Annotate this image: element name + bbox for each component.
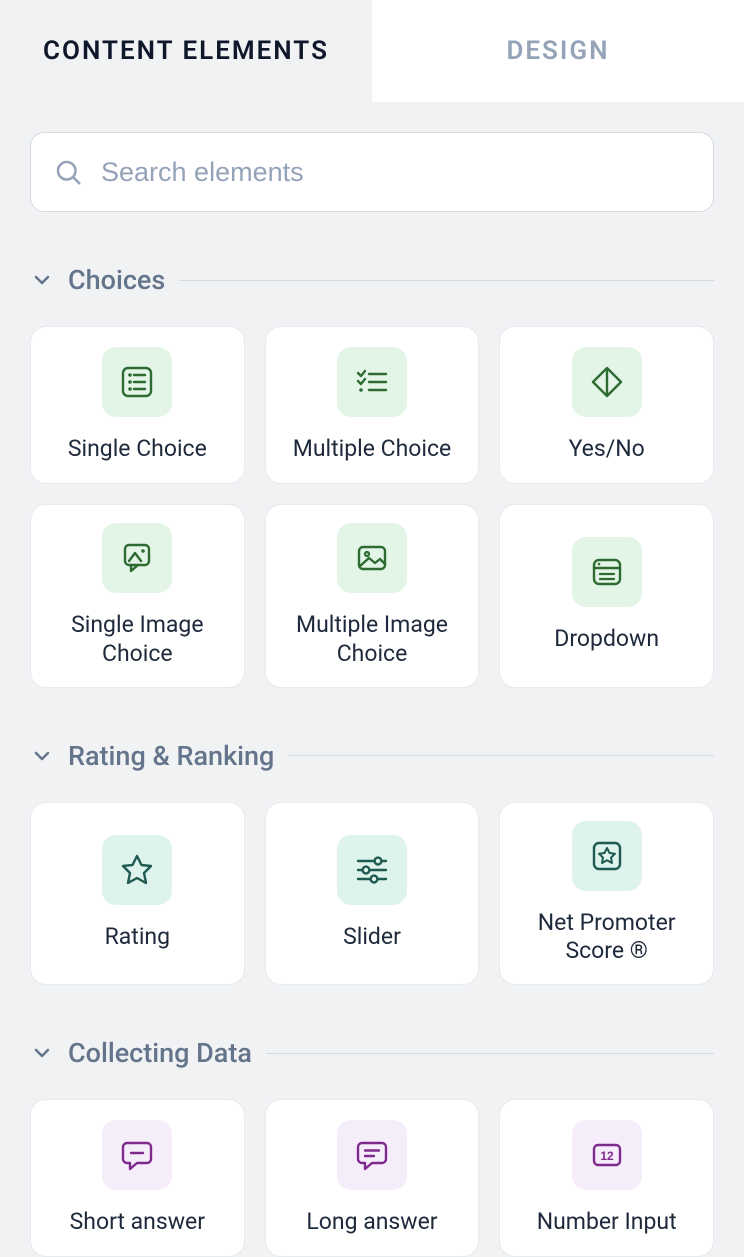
search-field[interactable] — [30, 132, 714, 212]
section-title: Rating & Ranking — [68, 740, 274, 772]
card-label: Multiple Choice — [293, 435, 451, 464]
search-icon — [53, 157, 83, 187]
element-card-long-answer[interactable]: Long answer — [265, 1099, 480, 1257]
element-card-slider[interactable]: Slider — [265, 802, 480, 986]
card-label: Net Promoter Score ® — [510, 909, 703, 967]
section-grid-rating-ranking: Rating Slider Net Promoter Score ® — [30, 802, 714, 986]
card-label: Single Image Choice — [41, 611, 234, 669]
sliders-icon — [337, 835, 407, 905]
section-grid-collecting-data: Short answer Long answer Number Input — [30, 1099, 714, 1257]
section-header-collecting-data[interactable]: Collecting Data — [30, 1037, 714, 1069]
list-check-icon — [337, 347, 407, 417]
tab-bar: Content Elements Design — [0, 0, 744, 102]
section-title: Choices — [68, 264, 165, 296]
card-label: Rating — [105, 923, 170, 952]
card-label: Yes/No — [569, 435, 645, 464]
star-boxed-icon — [572, 821, 642, 891]
card-label: Single Choice — [68, 435, 207, 464]
browser-lines-icon — [572, 537, 642, 607]
element-card-short-answer[interactable]: Short answer — [30, 1099, 245, 1257]
image-icon — [337, 523, 407, 593]
card-label: Dropdown — [554, 625, 659, 654]
element-card-number-input[interactable]: Number Input — [499, 1099, 714, 1257]
chevron-down-icon — [30, 1041, 54, 1065]
divider — [179, 280, 714, 281]
card-label: Long answer — [306, 1208, 437, 1237]
section-title: Collecting Data — [68, 1037, 252, 1069]
diamond-icon — [572, 347, 642, 417]
section-grid-choices: Single Choice Multiple Choice Yes/No Single… — [30, 326, 714, 688]
star-icon — [102, 835, 172, 905]
chevron-down-icon — [30, 268, 54, 292]
tab-design[interactable]: Design — [372, 0, 744, 102]
element-card-multiple-image-choice[interactable]: Multiple Image Choice — [265, 504, 480, 688]
section-header-choices[interactable]: Choices — [30, 264, 714, 296]
image-bubble-icon — [102, 523, 172, 593]
section-header-rating-ranking[interactable]: Rating & Ranking — [30, 740, 714, 772]
element-card-yes-no[interactable]: Yes/No — [499, 326, 714, 484]
card-label: Multiple Image Choice — [276, 611, 469, 669]
element-card-dropdown[interactable]: Dropdown — [499, 504, 714, 688]
number-box-icon — [572, 1120, 642, 1190]
content-area: Choices Single Choice Multiple Choice Yes/N… — [0, 102, 744, 1257]
divider — [288, 755, 714, 756]
element-card-rating[interactable]: Rating — [30, 802, 245, 986]
element-card-net-promoter-score[interactable]: Net Promoter Score ® — [499, 802, 714, 986]
card-label: Number Input — [537, 1208, 677, 1237]
list-radio-icon — [102, 347, 172, 417]
element-card-single-image-choice[interactable]: Single Image Choice — [30, 504, 245, 688]
chat-short-icon — [102, 1120, 172, 1190]
search-input[interactable] — [101, 157, 691, 188]
chevron-down-icon — [30, 744, 54, 768]
element-card-single-choice[interactable]: Single Choice — [30, 326, 245, 484]
tab-content-elements[interactable]: Content Elements — [0, 0, 372, 102]
card-label: Slider — [343, 923, 401, 952]
element-card-multiple-choice[interactable]: Multiple Choice — [265, 326, 480, 484]
chat-long-icon — [337, 1120, 407, 1190]
card-label: Short answer — [70, 1208, 205, 1237]
divider — [266, 1053, 714, 1054]
